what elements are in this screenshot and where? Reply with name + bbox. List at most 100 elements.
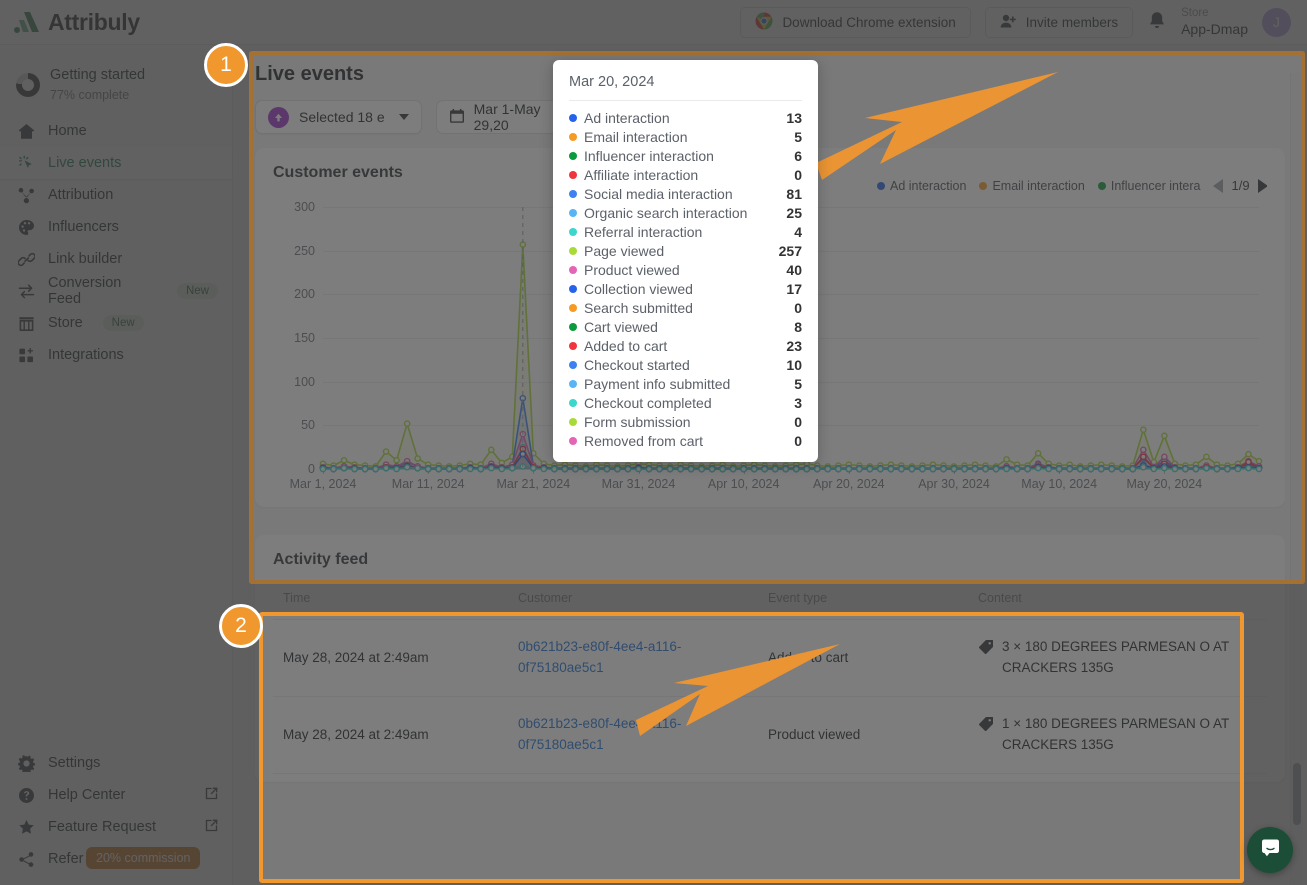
chart-data-point[interactable] <box>1183 466 1188 471</box>
chart-data-point[interactable] <box>457 466 462 471</box>
avatar[interactable]: J <box>1262 8 1291 37</box>
chart-data-point[interactable] <box>1256 466 1261 471</box>
chart-data-point[interactable] <box>1172 466 1177 471</box>
chart-data-point[interactable] <box>531 466 536 471</box>
chart-data-point[interactable] <box>878 466 883 471</box>
sidebar-item-getting-started[interactable]: Getting started 77% complete <box>0 59 232 115</box>
chart-data-point[interactable] <box>794 466 799 471</box>
legend-item[interactable]: Ad interaction <box>877 179 966 193</box>
chart-data-point[interactable] <box>752 466 757 471</box>
chart-data-point[interactable] <box>951 466 956 471</box>
chart-data-point[interactable] <box>773 466 778 471</box>
chart-data-point[interactable] <box>604 466 609 471</box>
chart-data-point[interactable] <box>341 466 346 471</box>
chart-data-point[interactable] <box>405 421 410 426</box>
chart-data-point[interactable] <box>499 466 504 471</box>
chart-data-point[interactable] <box>615 466 620 471</box>
chart-data-point[interactable] <box>541 466 546 471</box>
chart-data-point[interactable] <box>1078 466 1083 471</box>
chart-data-point[interactable] <box>667 466 672 471</box>
chart-data-point[interactable] <box>1130 466 1135 471</box>
chart-data-point[interactable] <box>478 466 483 471</box>
chart-data-point[interactable] <box>972 466 977 471</box>
sidebar-item-link-builder[interactable]: Link builder <box>0 243 232 275</box>
chart-data-point[interactable] <box>783 466 788 471</box>
chart-data-point[interactable] <box>489 466 494 471</box>
chart-data-point[interactable] <box>1246 466 1251 471</box>
chart-data-point[interactable] <box>1214 466 1219 471</box>
chart-data-point[interactable] <box>1025 466 1030 471</box>
chart-data-point[interactable] <box>678 466 683 471</box>
chart-data-point[interactable] <box>720 466 725 471</box>
chart-data-point[interactable] <box>415 456 420 461</box>
chart-data-point[interactable] <box>1193 466 1198 471</box>
chart-data-point[interactable] <box>573 466 578 471</box>
chart-data-point[interactable] <box>846 466 851 471</box>
sidebar-item-feature-request[interactable]: Feature Request <box>0 811 232 843</box>
chart-data-point[interactable] <box>415 466 420 471</box>
chart-data-point[interactable] <box>362 466 367 471</box>
legend-prev-icon[interactable] <box>1213 179 1223 193</box>
chart-data-point[interactable] <box>636 466 641 471</box>
chart-data-point[interactable] <box>1036 466 1041 471</box>
chart-data-point[interactable] <box>1141 465 1146 470</box>
chart-data-point[interactable] <box>825 466 830 471</box>
chart-data-point[interactable] <box>341 458 346 463</box>
chart-data-point[interactable] <box>1141 454 1146 459</box>
chart-data-point[interactable] <box>930 466 935 471</box>
sidebar-item-home[interactable]: Home <box>0 115 232 147</box>
chart-data-point[interactable] <box>741 466 746 471</box>
chart-data-point[interactable] <box>352 466 357 471</box>
chart-data-point[interactable] <box>1141 447 1146 452</box>
download-chrome-extension-button[interactable]: Download Chrome extension <box>740 7 970 38</box>
chart-data-point[interactable] <box>489 447 494 452</box>
chart-data-point[interactable] <box>510 466 515 471</box>
chart-data-point[interactable] <box>1088 466 1093 471</box>
chart-data-point[interactable] <box>320 466 325 471</box>
sidebar-item-influencers[interactable]: Influencers <box>0 211 232 243</box>
selected-events-dropdown[interactable]: Selected 18 e <box>255 100 422 134</box>
legend-item[interactable]: Influencer intera <box>1098 179 1201 193</box>
chart-data-point[interactable] <box>1004 466 1009 471</box>
legend-item[interactable]: Email interaction <box>979 179 1084 193</box>
chart-data-point[interactable] <box>710 466 715 471</box>
chart-data-point[interactable] <box>1162 433 1167 438</box>
chart-data-point[interactable] <box>1246 459 1251 464</box>
chart-data-point[interactable] <box>1015 466 1020 471</box>
legend-next-icon[interactable] <box>1258 179 1267 193</box>
chart-data-point[interactable] <box>867 466 872 471</box>
chart-data-point[interactable] <box>762 466 767 471</box>
chart-data-point[interactable] <box>815 466 820 471</box>
chart-data-point[interactable] <box>1099 466 1104 471</box>
chart-data-point[interactable] <box>731 466 736 471</box>
chart-data-point[interactable] <box>1162 466 1167 471</box>
chart-data-point[interactable] <box>405 465 410 470</box>
chart-data-point[interactable] <box>899 466 904 471</box>
chart-data-point[interactable] <box>468 466 473 471</box>
chart-data-point[interactable] <box>1120 466 1125 471</box>
chart-data-point[interactable] <box>552 466 557 471</box>
chart-data-point[interactable] <box>1004 457 1009 462</box>
chart-data-point[interactable] <box>1057 466 1062 471</box>
chart-data-point[interactable] <box>1235 466 1240 471</box>
chart-data-point[interactable] <box>384 466 389 471</box>
page-scrollbar-thumb[interactable] <box>1293 763 1301 825</box>
brand-logo[interactable]: Attribuly <box>14 9 247 36</box>
chart-data-point[interactable] <box>394 466 399 471</box>
sidebar-item-attribution[interactable]: Attribution <box>0 179 232 211</box>
store-switcher[interactable]: Store App-Dmap <box>1181 7 1248 36</box>
sidebar-item-integrations[interactable]: Integrations <box>0 339 232 371</box>
customer-link[interactable]: 0b621b23-e80f-4ee4-a116-0f75180ae5c1 <box>518 637 718 679</box>
chart-data-point[interactable] <box>1256 459 1261 464</box>
sidebar-item-help-center[interactable]: Help Center <box>0 779 232 811</box>
chart-data-point[interactable] <box>1151 466 1156 471</box>
intercom-chat-button[interactable] <box>1247 827 1293 873</box>
chart-data-point[interactable] <box>562 466 567 471</box>
invite-members-button[interactable]: Invite members <box>985 7 1133 38</box>
notifications-bell-icon[interactable] <box>1147 11 1167 33</box>
chart-data-point[interactable] <box>1067 466 1072 471</box>
chart-data-point[interactable] <box>857 466 862 471</box>
chart-data-point[interactable] <box>447 466 452 471</box>
chart-data-point[interactable] <box>384 449 389 454</box>
chart-data-point[interactable] <box>1204 454 1209 459</box>
